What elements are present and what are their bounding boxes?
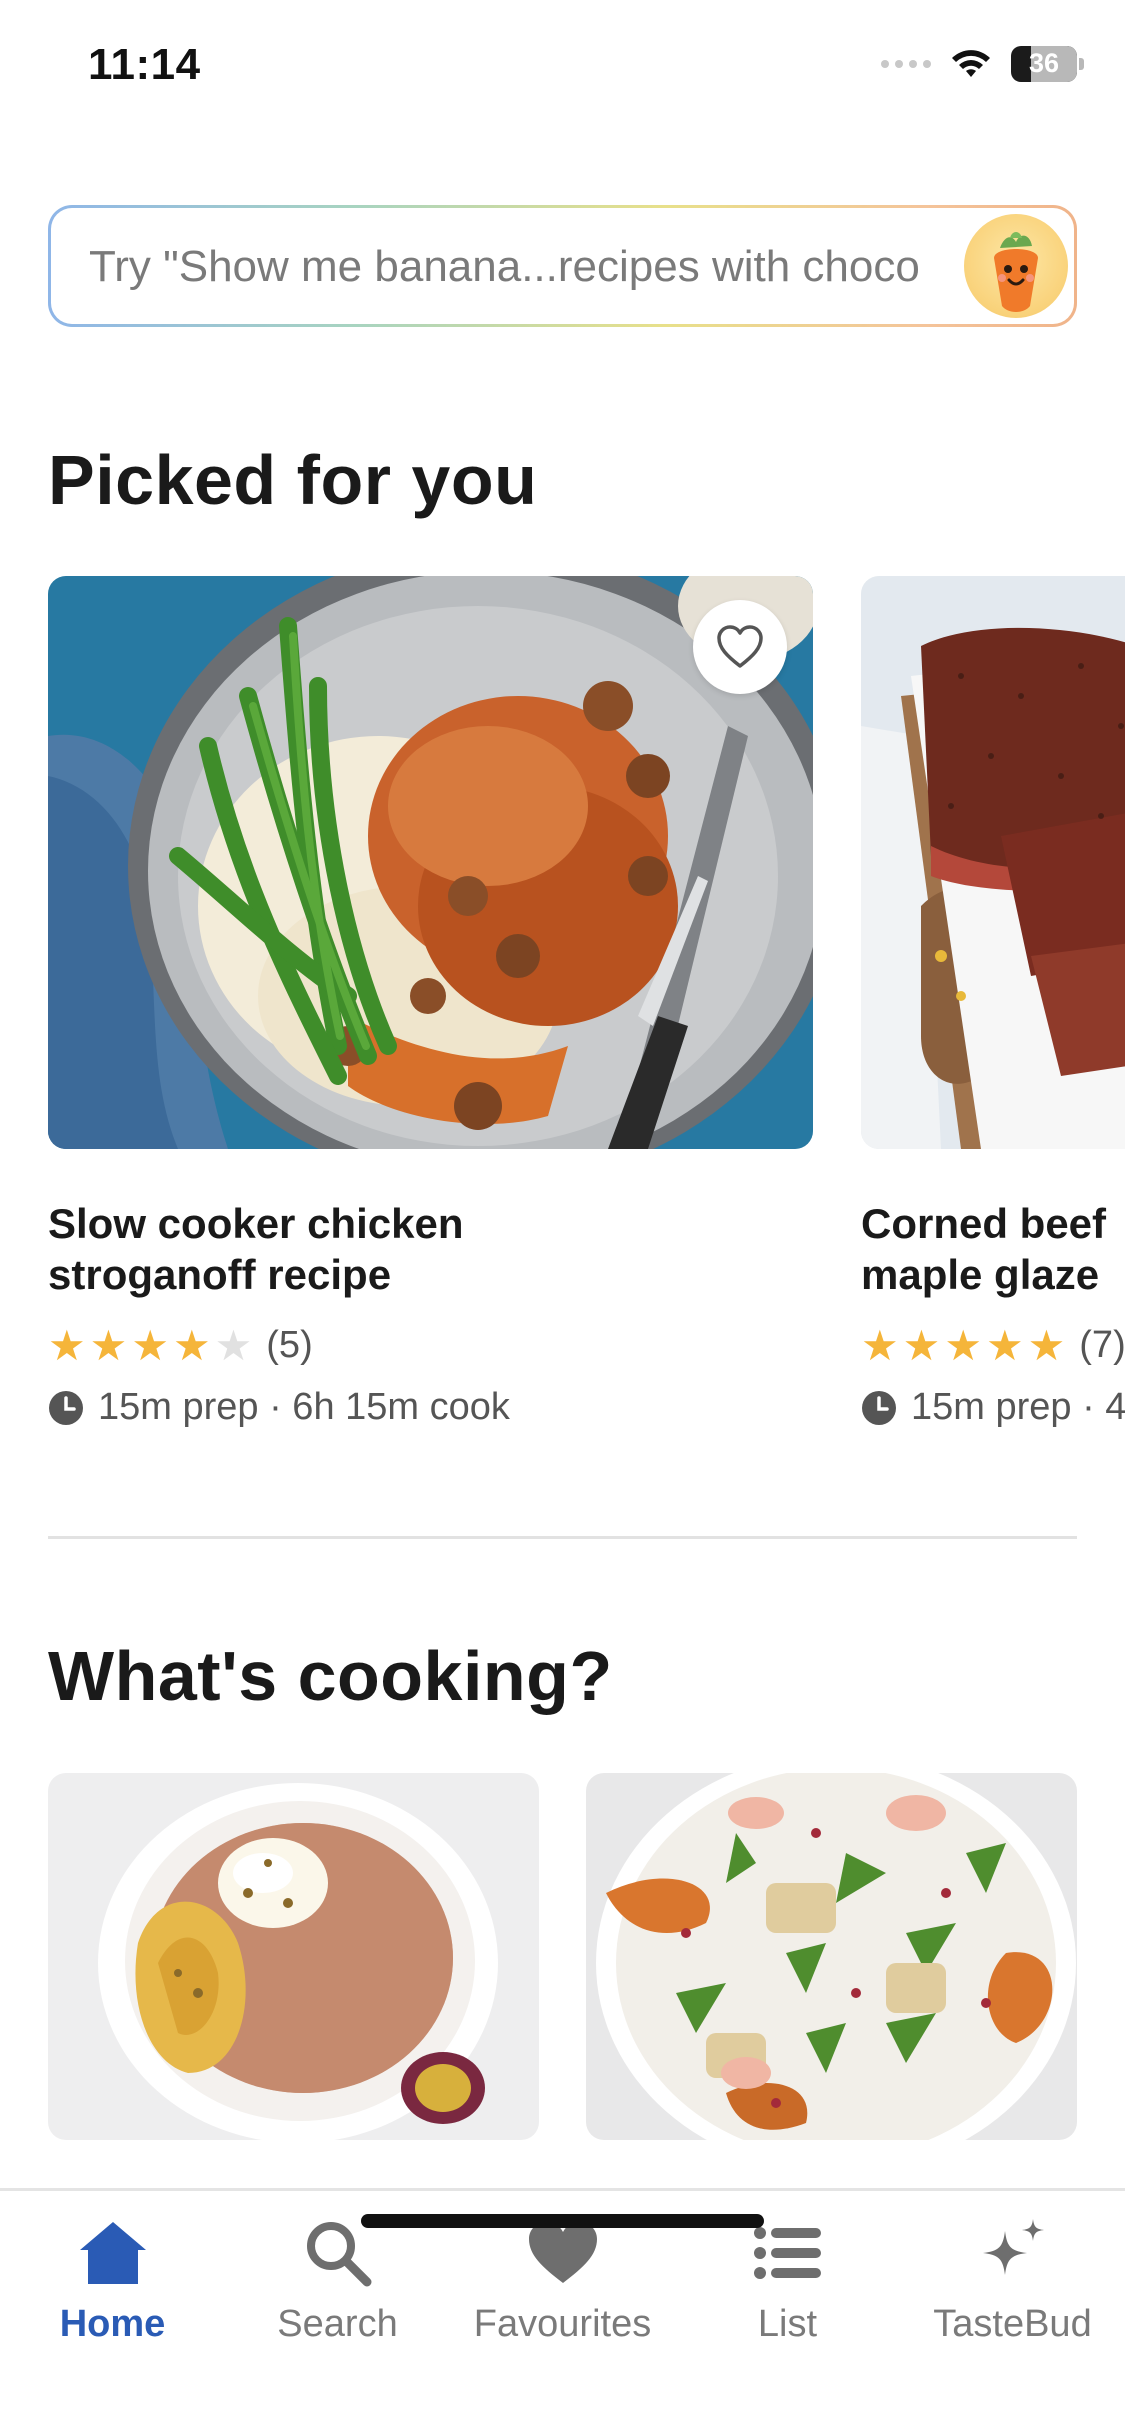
home-indicator — [361, 2214, 764, 2228]
status-icons: 36 — [881, 46, 1084, 82]
status-bar: 11:14 36 — [0, 0, 1125, 140]
tab-tastebud[interactable]: TasteBud — [900, 2213, 1125, 2346]
tab-list[interactable]: List — [675, 2213, 900, 2346]
recipe-time-text: 15m prep · 4 — [911, 1386, 1125, 1428]
recipe-rating: ★ ★ ★ ★ ★ (5) — [48, 1324, 313, 1367]
heart-outline-icon — [717, 625, 763, 668]
battery-icon: 36 — [1011, 46, 1084, 82]
star-icon: ★ — [985, 1321, 1024, 1369]
tab-label: Home — [59, 2303, 166, 2345]
status-time: 11:14 — [88, 40, 201, 89]
tab-label: List — [757, 2303, 818, 2345]
cooking-tile[interactable] — [586, 1773, 1077, 2140]
wifi-icon — [952, 50, 990, 77]
star-icon: ★ — [48, 1321, 86, 1369]
clock-icon — [49, 1390, 83, 1425]
cooking-tile[interactable] — [48, 1773, 539, 2140]
recipe-time: 15m prep · 6h 15m cook — [48, 1386, 510, 1429]
star-icon: ★ — [89, 1321, 128, 1369]
star-empty-icon: ★ — [214, 1321, 253, 1369]
recipe-title[interactable]: Corned beef maple glaze — [861, 1198, 1125, 1300]
star-icon: ★ — [902, 1321, 941, 1369]
rating-count: (5) — [266, 1324, 313, 1366]
tab-label: Favourites — [473, 2303, 652, 2345]
section-title-picked: Picked for you — [48, 441, 538, 519]
tab-label: TasteBud — [933, 2303, 1092, 2345]
recipe-rating: ★ ★ ★ ★ ★ (7) — [861, 1324, 1125, 1367]
home-icon — [73, 2213, 153, 2293]
recipe-title[interactable]: Slow cooker chicken stroganoff recipe — [48, 1198, 813, 1300]
recipe-time-text: 15m prep · 6h 15m cook — [98, 1386, 510, 1428]
star-icon: ★ — [1027, 1321, 1066, 1369]
section-divider — [48, 1536, 1077, 1539]
star-icon: ★ — [861, 1321, 899, 1369]
tab-home[interactable]: Home — [0, 2213, 225, 2346]
ai-search-bar[interactable]: Try "Show me banana...recipes with choco — [48, 205, 1077, 327]
recipe-time: 15m prep · 4 — [861, 1386, 1125, 1429]
recipe-image[interactable] — [861, 576, 1125, 1149]
battery-level: 36 — [1028, 48, 1060, 78]
recipe-image — [48, 1773, 539, 2140]
rating-count: (7) — [1079, 1324, 1125, 1366]
tab-search[interactable]: Search — [225, 2213, 450, 2346]
star-icon: ★ — [944, 1321, 982, 1369]
tab-favourites[interactable]: Favourites — [450, 2213, 675, 2346]
clock-icon — [862, 1390, 896, 1425]
star-icon: ★ — [131, 1321, 169, 1369]
favourite-button[interactable] — [693, 600, 787, 694]
section-title-cooking: What's cooking? — [48, 1637, 613, 1715]
carrot-mascot-icon[interactable] — [964, 214, 1068, 318]
star-icon: ★ — [172, 1321, 211, 1369]
search-prompt-text: Try "Show me banana...recipes with choco — [89, 242, 920, 291]
tab-label: Search — [277, 2303, 398, 2345]
cellular-signal-icon — [881, 60, 931, 68]
recipe-image — [586, 1773, 1077, 2140]
sparkles-icon — [973, 2213, 1053, 2293]
recipe-card[interactable]: Corned beef maple glaze ★ ★ ★ ★ ★ (7) 15… — [861, 576, 1125, 1476]
